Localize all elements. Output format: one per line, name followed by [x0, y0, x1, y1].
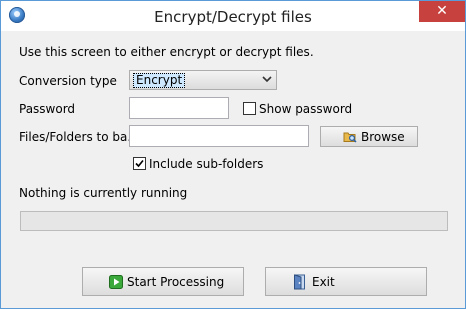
- browse-button[interactable]: Browse: [320, 126, 418, 147]
- encrypt-decrypt-window: Encrypt/Decrypt files ✕ Use this screen …: [0, 0, 466, 309]
- close-button[interactable]: ✕: [419, 1, 465, 22]
- conversion-type-value: Encrypt: [133, 73, 186, 88]
- conversion-type-select[interactable]: Encrypt: [129, 70, 277, 90]
- include-subfolders-label: Include sub-folders: [149, 157, 264, 171]
- start-processing-label: Start Processing: [127, 274, 225, 289]
- window-title: Encrypt/Decrypt files: [154, 8, 312, 26]
- conversion-type-label: Conversion type: [19, 74, 117, 88]
- close-icon: ✕: [436, 3, 448, 19]
- progress-bar: [20, 211, 448, 231]
- folder-search-icon: [343, 130, 357, 146]
- title-bar[interactable]: Encrypt/Decrypt files ✕: [1, 1, 465, 31]
- files-folders-input[interactable]: [129, 125, 309, 147]
- files-folders-label: Files/Folders to ba...: [19, 130, 139, 144]
- exit-button-label: Exit: [312, 274, 335, 289]
- status-text: Nothing is currently running: [19, 186, 188, 200]
- dialog-content: Use this screen to either encrypt or dec…: [8, 32, 458, 300]
- include-subfolders-checkbox[interactable]: [133, 157, 146, 170]
- password-label: Password: [19, 102, 76, 116]
- checkmark-icon: [135, 159, 144, 168]
- start-processing-button[interactable]: Start Processing: [82, 267, 244, 296]
- chevron-down-icon: [262, 75, 272, 86]
- browse-button-label: Browse: [361, 129, 405, 144]
- show-password-checkbox[interactable]: [243, 102, 256, 115]
- exit-button[interactable]: Exit: [265, 267, 427, 296]
- instruction-text: Use this screen to either encrypt or dec…: [19, 45, 314, 59]
- password-input[interactable]: [129, 97, 229, 119]
- play-icon: [109, 275, 123, 292]
- show-password-label: Show password: [259, 102, 353, 116]
- exit-door-icon: [293, 274, 307, 293]
